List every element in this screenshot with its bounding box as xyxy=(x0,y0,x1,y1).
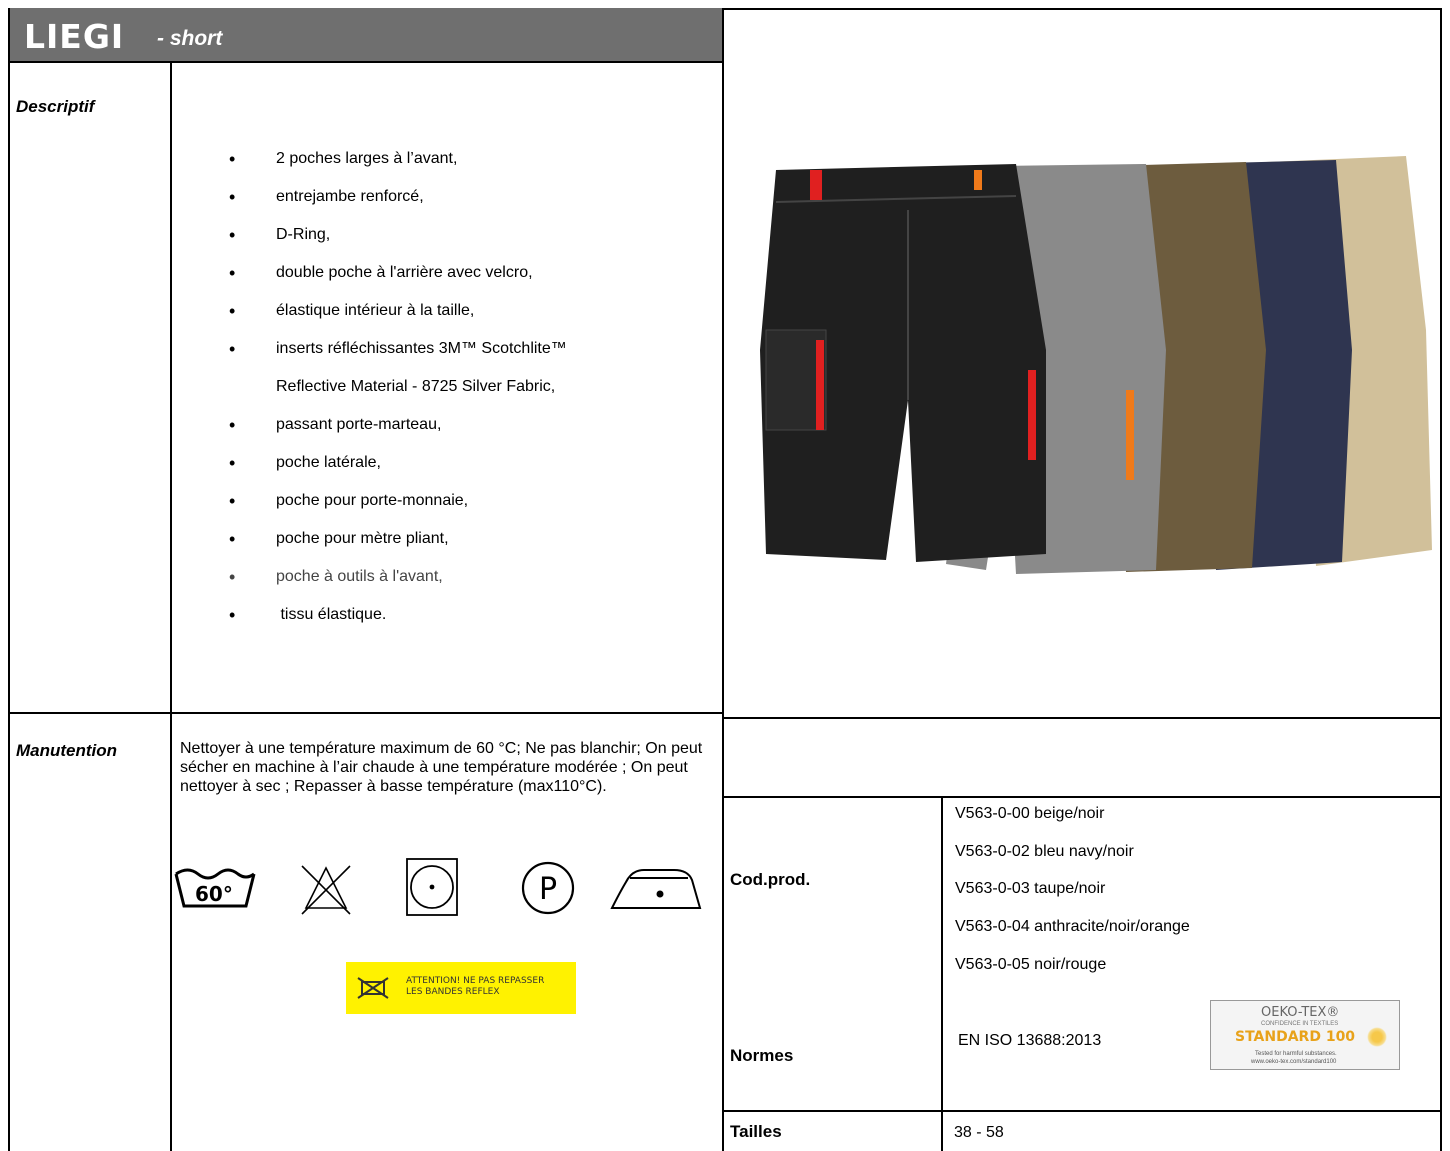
tailles-value: 38 - 58 xyxy=(954,1124,1004,1141)
photo-bottom-border xyxy=(722,796,1442,798)
dry-clean-p-icon: P xyxy=(518,858,578,918)
product-code: V563-0-03 taupe/noir xyxy=(955,880,1106,897)
outer-left-border xyxy=(8,8,10,1151)
product-code: V563-0-04 anthracite/noir/orange xyxy=(955,918,1190,935)
tailles-label: Tailles xyxy=(730,1122,782,1141)
wash-60-icon: 60° xyxy=(170,860,260,920)
list-item: 2 poches larges à l’avant, xyxy=(226,140,567,178)
product-code: V563-0-00 beige/noir xyxy=(955,805,1105,822)
list-item: poche à outils à l'avant, xyxy=(226,558,567,596)
product-code: V563-0-02 bleu navy/noir xyxy=(955,843,1134,860)
codes-normes-separator xyxy=(722,717,1442,719)
no-bleach-icon xyxy=(296,858,356,918)
normes-label: Normes xyxy=(730,1046,794,1065)
oeko-tex-badge: OEKO-TEX® CONFIDENCE IN TEXTILES STANDAR… xyxy=(1210,1000,1400,1070)
list-item: inserts réfléchissantes 3M™ Scotchlite™ … xyxy=(226,330,567,406)
manutention-label: Manutention xyxy=(16,741,118,760)
tumble-dry-icon xyxy=(404,856,460,918)
svg-text:60°: 60° xyxy=(195,882,233,906)
oeko-note: www.oeko-tex.com/standard100 xyxy=(1251,1059,1337,1065)
iron-low-icon xyxy=(608,864,704,914)
list-item: entrejambe renforcé, xyxy=(226,178,567,216)
list-item: D-Ring, xyxy=(226,216,567,254)
product-name: LIEGI xyxy=(24,17,125,56)
descriptif-bottom-border xyxy=(8,712,722,714)
feature-list: 2 poches larges à l’avant, entrejambe re… xyxy=(226,140,567,634)
outer-top-border-right xyxy=(722,8,1442,10)
list-item: poche pour mètre pliant, xyxy=(226,520,567,558)
list-item: poche latérale, xyxy=(226,444,567,482)
label-column-divider xyxy=(170,61,172,1151)
descriptif-label: Descriptif xyxy=(16,97,95,116)
oeko-tagline: CONFIDENCE IN TEXTILES xyxy=(1261,1021,1339,1027)
list-item: tissu élastique. xyxy=(226,596,567,634)
list-item: passant porte-marteau, xyxy=(226,406,567,444)
right-label-divider xyxy=(941,796,943,1151)
oeko-note: Tested for harmful substances. xyxy=(1255,1051,1337,1057)
oeko-title: OEKO-TEX® xyxy=(1261,1005,1340,1020)
normes-tailles-separator xyxy=(722,1110,1442,1112)
care-instructions: Nettoyer à une température maximum de 60… xyxy=(180,740,703,795)
list-item: double poche à l'arrière avec velcro, xyxy=(226,254,567,292)
product-photo xyxy=(746,150,1436,580)
product-code: V563-0-05 noir/rouge xyxy=(955,956,1107,973)
oeko-standard: STANDARD 100 xyxy=(1235,1029,1356,1045)
list-item: élastique intérieur à la taille, xyxy=(226,292,567,330)
normes-value: EN ISO 13688:2013 xyxy=(958,1032,1102,1049)
svg-text:P: P xyxy=(539,872,557,907)
header-bottom-border xyxy=(8,61,722,63)
no-iron-icon xyxy=(356,976,390,1000)
reflex-warning-label: ATTENTION! NE PAS REPASSER LES BANDES RE… xyxy=(346,962,576,1014)
sun-icon xyxy=(1367,1027,1387,1047)
outer-right-border xyxy=(1440,8,1442,1151)
title-bar: LIEGI - short xyxy=(8,8,722,61)
center-divider xyxy=(722,8,724,1151)
product-type: - short xyxy=(157,27,223,50)
list-item: poche pour porte-monnaie, xyxy=(226,482,567,520)
warning-text: ATTENTION! NE PAS REPASSER LES BANDES RE… xyxy=(406,976,545,997)
codes-label: Cod.prod. xyxy=(730,870,811,889)
